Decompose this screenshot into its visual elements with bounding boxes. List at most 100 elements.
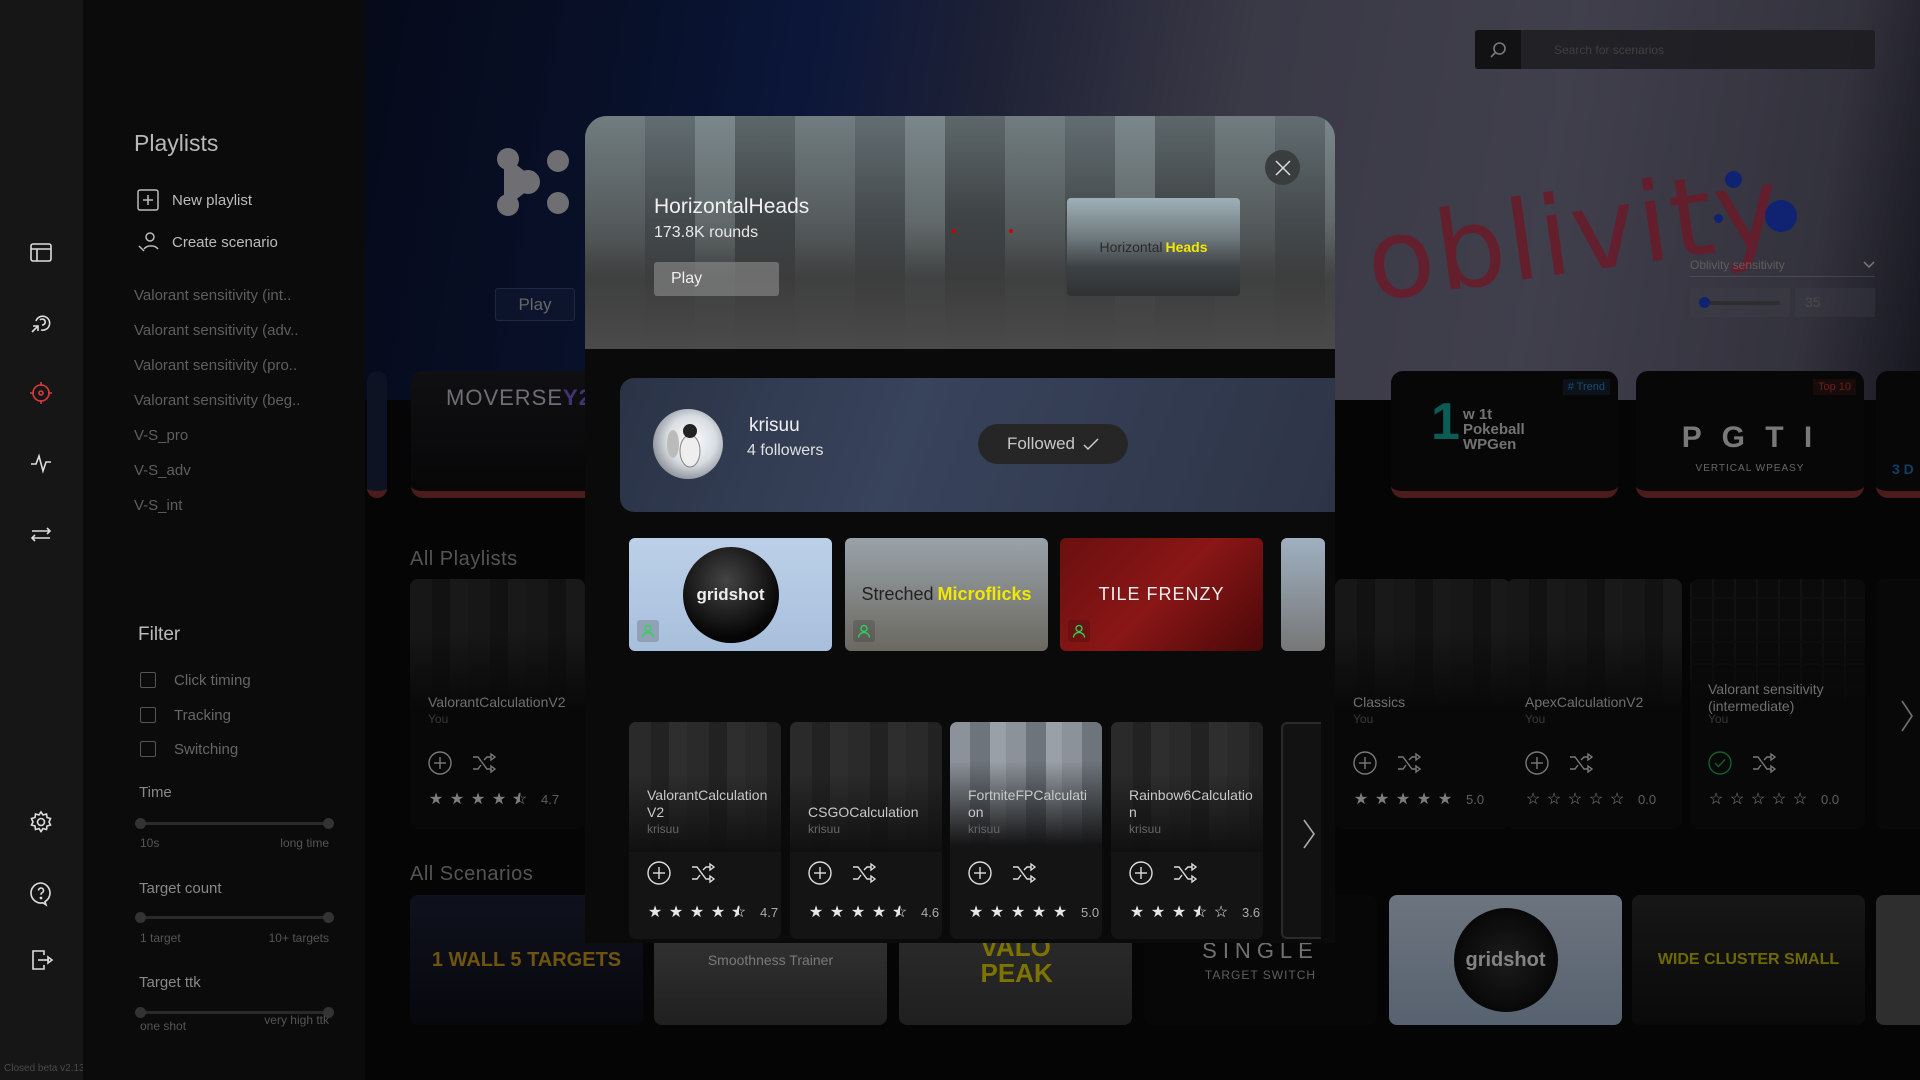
sidebar-playlist-item[interactable]: V-S_pro [134,427,188,444]
rating-value: 5.0 [1081,904,1100,920]
creator-playlist-card[interactable]: gridshot [629,538,832,651]
followed-label: Followed [1006,434,1076,453]
sidebar-playlist-item[interactable]: Valorant sensitivity (int.. [134,287,291,304]
followed-button[interactable]: Followed [978,424,1128,464]
sliders-icon[interactable] [27,520,55,548]
star-icon: ☆ ★ [892,904,908,921]
layout-icon[interactable] [27,239,55,267]
rounds-count: 173.8K rounds [654,224,759,241]
creator-playlist-card[interactable]: TILE FRENZY [1060,538,1263,651]
playlist-card-title: Streched [861,584,934,604]
avatar[interactable] [653,409,723,479]
creator-scenario-card[interactable]: Rainbow6Calculation krisuu ★ ★ ★ ☆ ★ ☆ 3.6 [1111,722,1263,939]
shuffle-icon[interactable] [852,862,876,884]
play-button[interactable]: Play [654,262,779,296]
range-slider[interactable] [135,912,334,923]
creator-profile: krisuu 4 followers Followed [620,378,1335,512]
crosshair-icon[interactable] [27,379,55,407]
star-icon: ★ [1010,904,1026,921]
shuffle-icon[interactable] [691,862,715,884]
create-scenario-label: Create scenario [172,233,278,251]
creator-scenario-card[interactable]: FortniteFPCalculation krisuu ★ ★ ★ ★ ★ 5.0 [950,722,1102,939]
slider-handle-max[interactable] [323,818,334,829]
sidebar-playlist-item[interactable]: V-S_int [134,497,182,514]
gear-icon[interactable] [27,808,55,836]
star-icon: ★ [710,904,726,921]
scenario-author: krisuu [808,822,841,836]
sidebar-playlist-item[interactable]: Valorant sensitivity (beg.. [134,392,300,409]
star-icon: ★ [1031,904,1047,921]
scenario-name: FortniteFPCalculation [968,787,1088,820]
creator-playlist-card[interactable] [1281,538,1325,651]
shuffle-icon[interactable] [1173,862,1197,884]
card-actions [647,861,715,885]
slider-max-label: long time [280,836,329,850]
slider-max-label: very high ttk [264,1013,329,1027]
scenario-title: HorizontalHeads [654,195,810,218]
creator-name[interactable]: krisuu [749,415,800,437]
sidebar-playlist-item[interactable]: Valorant sensitivity (pro.. [134,357,297,374]
rating-stars: ★ ★ ★ ★ ★ 5.0 [968,902,1099,922]
slider-handle-min[interactable] [135,1007,146,1018]
user-icon [637,620,659,642]
star-icon: ★ [871,904,887,921]
user-icon [1068,620,1090,642]
thumbnail-text: Horizontal [1099,239,1163,255]
plus-circle-icon[interactable] [968,861,992,885]
slider-handle-max[interactable] [323,912,334,923]
scenario-author: krisuu [968,822,1001,836]
scenario-name: ValorantCalculationV2 [647,787,768,820]
user-icon [853,620,875,642]
creator-modal: HorizontalHeads 173.8K rounds Play Horiz… [585,116,1335,943]
plus-circle-icon[interactable] [647,861,671,885]
filter-slider-label: Time [139,784,172,801]
slider-handle-min[interactable] [135,818,146,829]
filter-checkbox[interactable] [140,707,156,723]
scenario-header: HorizontalHeads 173.8K rounds Play Horiz… [585,116,1335,349]
follower-count: 4 followers [747,442,824,459]
slider-min-label: 1 target [140,931,181,945]
sidebar-playlist-item[interactable]: V-S_adv [134,462,191,479]
plus-circle-icon[interactable] [808,861,832,885]
plus-circle-icon[interactable] [1129,861,1153,885]
creator-scenario-card[interactable]: ValorantCalculationV2 krisuu ★ ★ ★ ★ ☆ ★ 4.7 [629,722,781,939]
filter-checkbox-label: Click timing [174,672,251,689]
star-icon: ★ [1052,904,1068,921]
activity-icon[interactable] [27,449,55,477]
rating-value: 4.6 [921,904,940,920]
playlist-card-title: gridshot [682,546,779,643]
new-playlist-button[interactable]: New playlist [137,189,252,211]
card-actions [808,861,876,885]
star-icon: ★ [1129,904,1145,921]
star-icon: ★ [829,904,845,921]
rating-value: 3.6 [1242,904,1261,920]
help-icon[interactable] [27,879,55,907]
range-slider[interactable] [135,818,334,829]
scenario-search-icon[interactable] [27,309,55,337]
playlist-card-title-accent: Microflicks [937,584,1032,604]
star-icon: ★ [989,904,1005,921]
card-actions [968,861,1036,885]
logout-icon[interactable] [27,946,55,974]
star-icon: ★ [647,904,663,921]
slider-max-label: 10+ targets [268,931,329,945]
scenario-name: CSGOCalculation [808,804,919,820]
creator-scenario-card[interactable]: CSGOCalculation krisuu ★ ★ ★ ★ ☆ ★ 4.6 [790,722,942,939]
chevron-right-icon [1303,819,1315,849]
filter-slider-label: Target ttk [139,974,201,991]
create-scenario-button[interactable]: Create scenario [137,231,278,253]
version-label: Closed beta v2.13 [4,1063,85,1074]
sidebar-playlist-item[interactable]: Valorant sensitivity (adv.. [134,322,299,339]
close-button[interactable] [1265,150,1300,185]
playlist-card-title: TILE FRENZY [1098,584,1225,604]
creator-playlist-card[interactable]: Streched Microflicks [845,538,1048,651]
filter-checkbox-label: Switching [174,741,239,758]
star-icon: ☆ ★ [731,904,747,921]
shuffle-icon[interactable] [1012,862,1036,884]
scenario-thumbnail: Horizontal Heads [1067,198,1240,296]
filter-checkbox[interactable] [140,741,156,757]
filter-checkbox[interactable] [140,672,156,688]
scroll-next-button[interactable] [1281,722,1321,939]
slider-handle-min[interactable] [135,912,146,923]
playlists-title: Playlists [134,130,219,156]
